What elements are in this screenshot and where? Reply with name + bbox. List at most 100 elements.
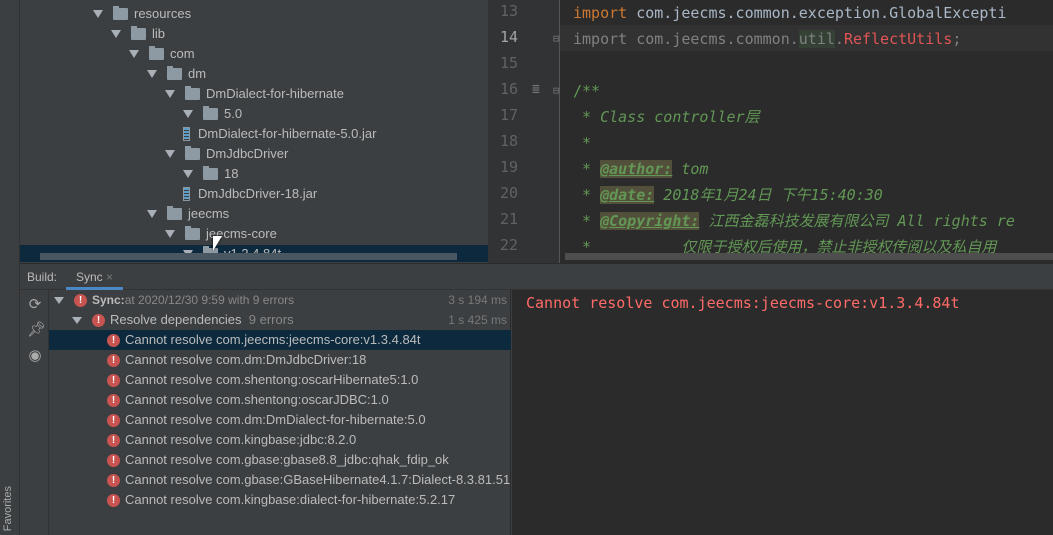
expand-arrow-icon[interactable] bbox=[129, 50, 139, 58]
tree-item[interactable]: DmJdbcDriver bbox=[165, 144, 288, 164]
error-item[interactable]: ! Cannot resolve com.gbase:gbase8.8_jdbc:… bbox=[49, 450, 511, 470]
console-output: Cannot resolve com.jeecms:jeecms-core:v1… bbox=[512, 290, 1053, 535]
error-text: Cannot resolve com.jeecms:jeecms-core:v1… bbox=[125, 332, 421, 347]
code-line-21: * @Copyright: 江西金磊科技发展有限公司 All rights re bbox=[573, 212, 1015, 230]
expand-arrow-icon[interactable] bbox=[54, 296, 64, 304]
tree-item-label: lib bbox=[152, 26, 166, 41]
doc-render-icon[interactable]: ≣ bbox=[532, 82, 540, 97]
line-number: 17 bbox=[500, 106, 519, 124]
jar-icon bbox=[183, 187, 190, 201]
eye-icon[interactable]: ◉ bbox=[27, 348, 43, 364]
build-tree: ! Sync: at 2020/12/30 9:59 with 9 errors… bbox=[49, 290, 511, 535]
expand-arrow-icon[interactable] bbox=[165, 150, 175, 158]
close-icon[interactable]: × bbox=[106, 270, 113, 284]
code-editor[interactable]: 13 14 15 16 17 18 19 20 21 22 ≣ ⊟ ⊟ impo… bbox=[488, 0, 1053, 263]
line-number: 18 bbox=[500, 132, 519, 150]
error-icon: ! bbox=[74, 293, 87, 307]
resolve-count: 9 errors bbox=[248, 312, 294, 327]
expand-arrow-icon[interactable] bbox=[183, 170, 193, 178]
folder-icon bbox=[203, 166, 218, 180]
pin-icon[interactable]: 📌︎ bbox=[27, 322, 46, 338]
error-icon: ! bbox=[107, 413, 120, 427]
line-number: 22 bbox=[500, 236, 519, 254]
build-tab-bar: Build: Sync × bbox=[20, 263, 1053, 290]
folder-icon bbox=[203, 106, 218, 120]
error-item[interactable]: ! Cannot resolve com.dm:DmJdbcDriver:18 bbox=[49, 350, 511, 370]
folder-icon bbox=[167, 206, 182, 220]
fold-icon[interactable]: ⊟ bbox=[553, 84, 560, 97]
tree-item-label: resources bbox=[134, 6, 192, 21]
jar-icon bbox=[183, 127, 190, 141]
sync-row[interactable]: ! Sync: at 2020/12/30 9:59 with 9 errors… bbox=[49, 290, 511, 310]
tree-item[interactable]: com bbox=[129, 44, 195, 64]
error-item[interactable]: ! Cannot resolve com.kingbase:dialect-for… bbox=[49, 490, 511, 510]
tree-item-label: DmDialect-for-hibernate bbox=[206, 86, 344, 101]
tree-item[interactable]: 5.0 bbox=[183, 104, 242, 124]
editor-horizontal-scrollbar[interactable] bbox=[565, 253, 1053, 260]
code-line-16: /** bbox=[573, 82, 601, 100]
code-line-20: * @date: 2018年1月24日 下午15:40:30 bbox=[573, 186, 883, 204]
error-icon: ! bbox=[107, 373, 120, 387]
code-line-17: * Class controller层 bbox=[573, 108, 760, 126]
folder-icon bbox=[185, 86, 200, 100]
sync-title: Sync: bbox=[92, 293, 125, 307]
tree-item[interactable]: jeecms bbox=[147, 204, 229, 224]
tree-item[interactable]: DmJdbcDriver-18.jar bbox=[183, 184, 317, 204]
tree-item[interactable]: resources bbox=[93, 4, 191, 24]
expand-arrow-icon[interactable] bbox=[93, 10, 103, 18]
tree-item[interactable]: 18 bbox=[183, 164, 238, 184]
line-number: 14 bbox=[500, 28, 519, 46]
error-item[interactable]: ! Cannot resolve com.shentong:oscarHibern… bbox=[49, 370, 511, 390]
horizontal-scrollbar[interactable] bbox=[40, 253, 457, 260]
error-text: Cannot resolve com.dm:DmDialect-for-hibe… bbox=[125, 412, 426, 427]
mouse-cursor bbox=[213, 236, 222, 251]
error-text: Cannot resolve com.dm:DmJdbcDriver:18 bbox=[125, 352, 367, 367]
expand-arrow-icon[interactable] bbox=[72, 316, 82, 324]
console-error-text: Cannot resolve com.jeecms:jeecms-core:v1… bbox=[526, 294, 960, 312]
folder-icon bbox=[185, 146, 200, 160]
expand-arrow-icon[interactable] bbox=[147, 210, 157, 218]
fold-icon[interactable]: ⊟ bbox=[553, 32, 560, 45]
expand-arrow-icon[interactable] bbox=[111, 30, 121, 38]
line-number: 21 bbox=[500, 210, 519, 228]
expand-arrow-icon[interactable] bbox=[165, 90, 175, 98]
error-icon: ! bbox=[107, 333, 120, 347]
tab-sync-label: Sync bbox=[76, 270, 103, 284]
error-icon: ! bbox=[107, 453, 120, 467]
error-item[interactable]: ! Cannot resolve com.gbase:GBaseHibernate… bbox=[49, 470, 511, 490]
folder-icon bbox=[167, 66, 182, 80]
error-text: Cannot resolve com.shentong:oscarHiberna… bbox=[125, 372, 419, 387]
error-icon: ! bbox=[107, 393, 120, 407]
build-label: Build: bbox=[27, 270, 58, 284]
left-tool-strip: Favorites bbox=[0, 0, 20, 535]
tree-item-label: DmJdbcDriver bbox=[206, 146, 289, 161]
code-line-14: import com.jeecms.common.util.ReflectUti… bbox=[573, 30, 962, 48]
sync-detail: at 2020/12/30 9:59 with 9 errors bbox=[124, 293, 295, 307]
expand-arrow-icon[interactable] bbox=[183, 110, 193, 118]
tree-item-label: dm bbox=[188, 66, 207, 81]
build-toolbar: ⟳ 📌︎ ◉ bbox=[20, 290, 49, 535]
expand-arrow-icon[interactable] bbox=[147, 70, 157, 78]
project-tree: resources lib com dm DmDialect-for-hibernate… bbox=[20, 0, 488, 263]
line-number: 13 bbox=[500, 2, 519, 20]
resolve-time: 1 s 425 ms bbox=[448, 313, 507, 327]
tree-item[interactable]: DmDialect-for-hibernate-5.0.jar bbox=[183, 124, 376, 144]
error-item[interactable]: ! Cannot resolve com.kingbase:jdbc:8.2.0 bbox=[49, 430, 511, 450]
tree-item-label: 5.0 bbox=[224, 106, 243, 121]
line-number: 20 bbox=[500, 184, 519, 202]
code-line-18: * bbox=[573, 134, 592, 152]
tab-sync[interactable]: Sync × bbox=[66, 264, 124, 290]
error-item[interactable]: ! Cannot resolve com.jeecms:jeecms-core:v… bbox=[49, 330, 511, 350]
tree-item-label: DmDialect-for-hibernate-5.0.jar bbox=[198, 126, 377, 141]
error-item[interactable]: ! Cannot resolve com.dm:DmDialect-for-hib… bbox=[49, 410, 511, 430]
folder-icon bbox=[131, 26, 146, 40]
error-item[interactable]: ! Cannot resolve com.shentong:oscarJDBC:1… bbox=[49, 390, 511, 410]
tree-item[interactable]: lib bbox=[111, 24, 165, 44]
expand-arrow-icon[interactable] bbox=[165, 230, 175, 238]
refresh-icon[interactable]: ⟳ bbox=[27, 297, 43, 313]
favorites-tab[interactable]: Favorites bbox=[2, 486, 14, 531]
tree-item-label: DmJdbcDriver-18.jar bbox=[198, 186, 318, 201]
resolve-row[interactable]: ! Resolve dependencies 9 errors 1 s 425 … bbox=[49, 310, 511, 330]
tree-item[interactable]: dm bbox=[147, 64, 206, 84]
tree-item[interactable]: DmDialect-for-hibernate bbox=[165, 84, 344, 104]
